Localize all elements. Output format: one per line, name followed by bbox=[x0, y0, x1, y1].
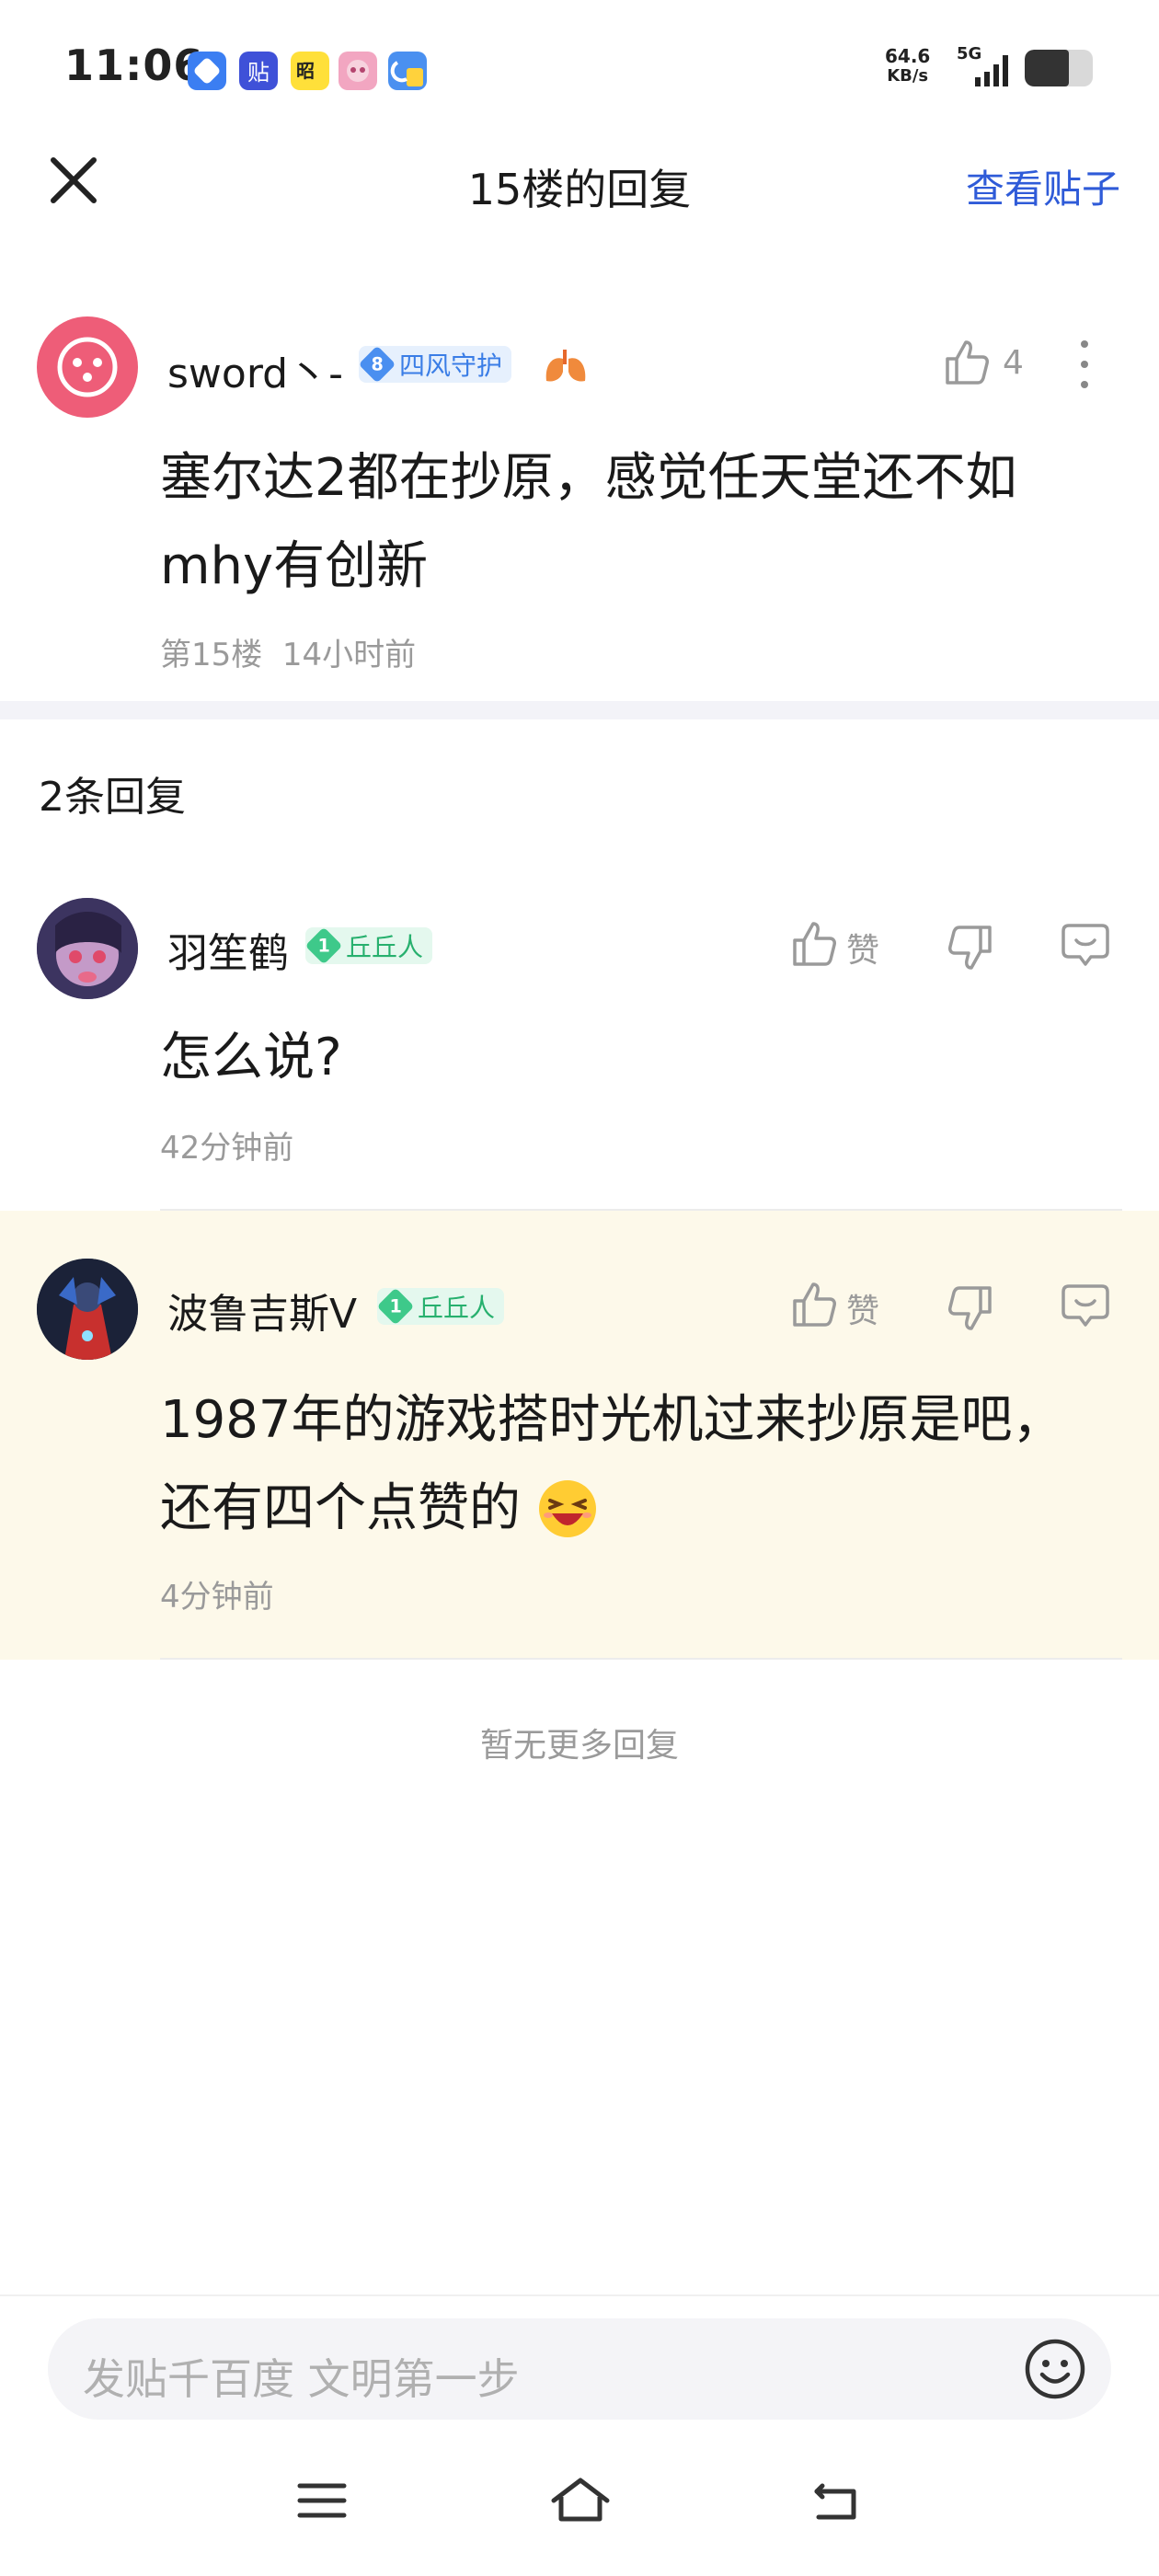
reply-time: 4分钟前 bbox=[160, 1579, 274, 1616]
replies-count: 2条回复 bbox=[39, 774, 186, 821]
username[interactable]: 羽笙鹤 bbox=[167, 920, 289, 979]
tieba-icon: 贴 bbox=[239, 52, 278, 90]
dislike-icon[interactable] bbox=[944, 922, 995, 973]
lungs-icon bbox=[543, 346, 589, 390]
section-divider bbox=[0, 701, 1159, 719]
level-badge: 1 丘丘人 bbox=[304, 926, 433, 965]
level-gem-icon: 1 bbox=[304, 926, 343, 965]
reply-separator bbox=[160, 1658, 1122, 1660]
svg-text:昭: 昭 bbox=[296, 60, 315, 82]
comment-icon[interactable] bbox=[1060, 1279, 1111, 1330]
files-icon bbox=[388, 52, 427, 90]
username[interactable]: sword丶- bbox=[167, 340, 343, 399]
laughing-emoji-icon bbox=[537, 1478, 598, 1539]
back-icon[interactable] bbox=[809, 2475, 865, 2530]
input-placeholder: 发贴千百度 文明第一步 bbox=[83, 2354, 520, 2404]
svg-text:贴: 贴 bbox=[247, 60, 270, 86]
reply-input[interactable]: 发贴千百度 文明第一步 bbox=[48, 2318, 1111, 2420]
browser-icon bbox=[188, 52, 226, 90]
level-badge: 8 四风守护 bbox=[358, 345, 512, 384]
like-label: 赞 bbox=[846, 1293, 880, 1330]
more-icon[interactable] bbox=[1071, 337, 1098, 396]
dislike-icon[interactable] bbox=[944, 1282, 995, 1334]
like-icon[interactable] bbox=[789, 1279, 841, 1330]
input-divider bbox=[0, 2294, 1159, 2296]
like-label: 赞 bbox=[846, 932, 880, 970]
view-post-link[interactable]: 查看贴子 bbox=[966, 158, 1120, 214]
avatar[interactable] bbox=[37, 1259, 138, 1360]
status-time: 11:06 bbox=[64, 40, 204, 90]
reply-text: 1987年的游戏搭时光机过来抄原是吧， 还有四个点赞的 bbox=[160, 1390, 1064, 1539]
signal-icon bbox=[971, 52, 1016, 92]
home-icon[interactable] bbox=[548, 2475, 613, 2530]
level-gem-icon: 8 bbox=[358, 345, 396, 384]
reply-time: 42分钟前 bbox=[160, 1130, 294, 1167]
like-count: 4 bbox=[1003, 344, 1024, 382]
avatar[interactable] bbox=[37, 316, 138, 418]
avatar[interactable] bbox=[37, 898, 138, 999]
battery-icon bbox=[1025, 50, 1093, 86]
like-icon[interactable] bbox=[789, 918, 841, 970]
post-text: 塞尔达2都在抄原，感觉任天堂还不如 mhy有创新 bbox=[160, 448, 1017, 596]
post-meta: 第15楼 14小时前 bbox=[160, 637, 417, 673]
game-icon: 昭 bbox=[291, 52, 329, 90]
level-gem-icon: 1 bbox=[376, 1287, 415, 1326]
like-icon[interactable] bbox=[942, 337, 993, 388]
emoji-icon[interactable] bbox=[1023, 2337, 1087, 2401]
reply-text: 怎么说? bbox=[160, 1028, 342, 1087]
level-badge: 1 丘丘人 bbox=[376, 1287, 505, 1326]
anime-icon bbox=[339, 52, 377, 90]
username[interactable]: 波鲁吉斯V bbox=[167, 1281, 357, 1340]
comment-icon[interactable] bbox=[1060, 918, 1111, 970]
no-more-replies: 暂无更多回复 bbox=[479, 1727, 679, 1765]
network-speed: 64.6 KB/s bbox=[885, 45, 931, 86]
menu-icon[interactable] bbox=[294, 2475, 350, 2530]
